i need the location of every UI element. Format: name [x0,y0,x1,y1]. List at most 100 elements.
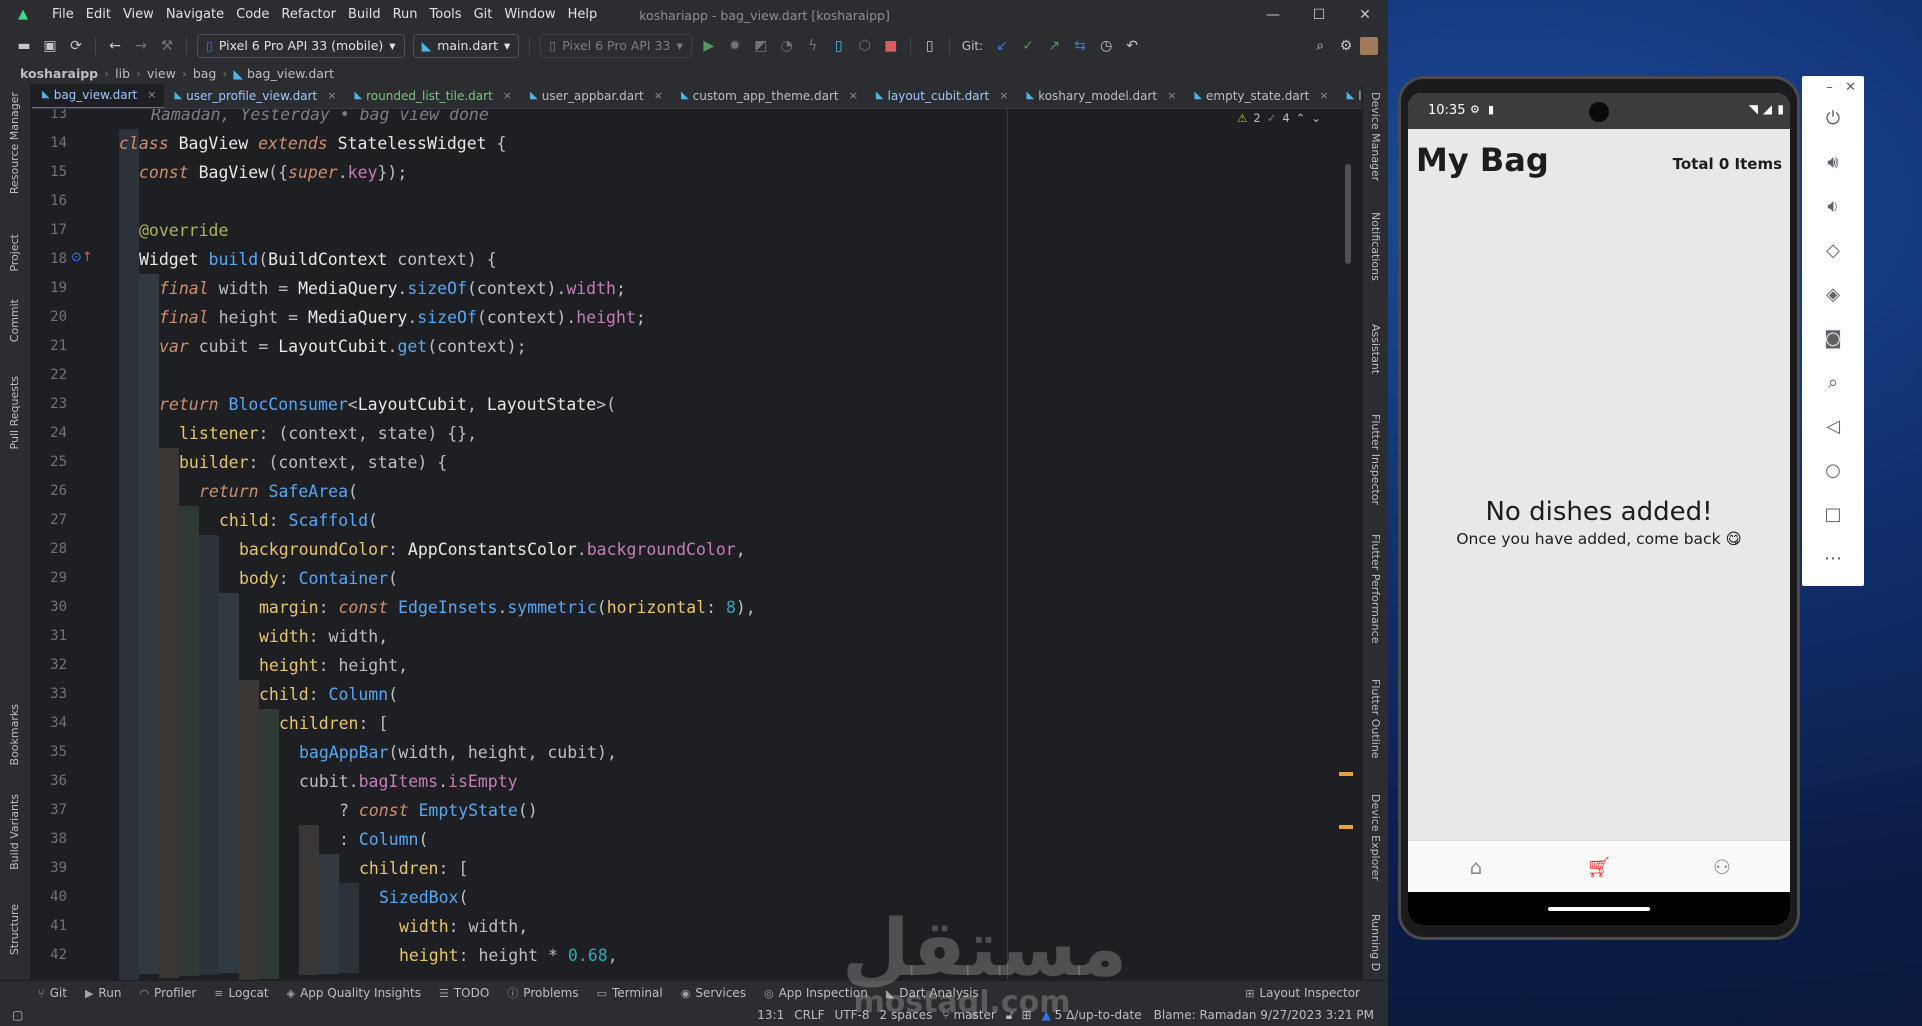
tool-device-manager[interactable]: Device Manager [1369,92,1382,181]
menu-edit[interactable]: Edit [80,0,117,30]
power-icon[interactable]: ⏻ [1818,104,1848,134]
save-icon[interactable]: ▣ [38,34,62,58]
cursor-position[interactable]: 13:1 [757,1008,784,1022]
run-config-selector[interactable]: ◣ main.dart ▾ [412,34,520,58]
editor-scrollbar[interactable] [1345,164,1351,264]
git-history-icon[interactable]: ◷ [1094,34,1118,58]
forward-arrow-icon[interactable]: → [129,34,153,58]
menu-window[interactable]: Window [498,0,561,30]
menu-git[interactable]: Git [468,0,499,30]
tab-koshary-model[interactable]: ◣ koshary_model.dart × [1016,84,1184,108]
breadcrumb-lib[interactable]: lib [115,66,130,81]
tool-problems[interactable]: ⓘ Problems [507,985,578,1001]
tool-assistant[interactable]: Assistant [1369,324,1382,374]
build-hammer-icon[interactable]: ⚒ [155,34,179,58]
profile-icon[interactable]: ◔ [775,34,799,58]
tab-empty-state[interactable]: ◣ empty_state.dart × [1184,84,1336,108]
git-compare-icon[interactable]: ⇆ [1068,34,1092,58]
cart-icon[interactable]: 🛒︎ [1585,855,1613,879]
device-manager-icon[interactable]: ▯ [918,34,942,58]
tool-running-devices[interactable]: Running D [1369,914,1382,971]
tool-notifications[interactable]: Notifications [1369,212,1382,281]
volume-down-icon[interactable]: 🔉︎ [1818,192,1848,222]
home-icon[interactable]: ⌂ [1462,855,1490,879]
warning-stripe[interactable] [1339,825,1353,829]
next-highlight-icon[interactable]: ⌄ [1311,111,1321,125]
panel-minimize-icon[interactable]: – [1826,80,1833,95]
volume-up-icon[interactable]: 🔊︎ [1818,148,1848,178]
back-icon[interactable]: ◁ [1818,412,1848,442]
menu-refactor[interactable]: Refactor [275,0,342,30]
tab-layout-state[interactable]: ◣layout_sta [1337,84,1362,108]
maximize-icon[interactable]: ☐ [1296,0,1342,30]
menu-navigate[interactable]: Navigate [160,0,230,30]
tool-structure[interactable]: Structure [8,904,21,955]
tab-user-appbar[interactable]: ◣ user_appbar.dart × [520,84,671,108]
more-icon[interactable]: ⋯ [1818,544,1848,574]
sync-project-icon[interactable]: ⬡ [853,34,877,58]
stop-icon[interactable]: ■ [879,34,903,58]
close-tab-icon[interactable]: × [147,84,156,107]
device-selector[interactable]: ▯ Pixel 6 Pro API 33 (mobile) ▾ [197,34,405,58]
tool-bookmarks[interactable]: Bookmarks [8,704,21,765]
close-tab-icon[interactable]: × [503,84,512,108]
git-update-icon[interactable]: ↙ [990,34,1014,58]
tool-profiler[interactable]: ◠ Profiler [139,986,196,1000]
zoom-icon[interactable]: ⌕ [1818,368,1848,398]
rotate-left-icon[interactable]: ◇ [1818,236,1848,266]
debug-icon[interactable]: ✹ [723,34,747,58]
code-editor[interactable]: 13 14 15 16 17 18 19 20 21 22 23 24 25 2… [31,109,1361,980]
breadcrumb-bag[interactable]: bag [193,66,217,81]
override-marker-icon[interactable]: ⊙↑ [71,250,93,265]
rotate-right-icon[interactable]: ◈ [1818,280,1848,310]
tool-todo[interactable]: ☰ TODO [439,986,489,1000]
emulator-screen[interactable]: 10:35 ⚙ ▮ ◥ ◢ ▮ My Bag Total 0 Items No … [1408,93,1790,925]
overview-icon[interactable]: □ [1818,500,1848,530]
menu-tools[interactable]: Tools [424,0,468,30]
tool-commit[interactable]: Commit [8,299,21,342]
minimize-icon[interactable]: — [1250,0,1296,30]
panel-close-icon[interactable]: ✕ [1845,80,1856,95]
close-tab-icon[interactable]: × [849,84,858,108]
tool-layout-inspector[interactable]: ⊞ Layout Inspector [1245,986,1360,1000]
coverage-icon[interactable]: ◩ [749,34,773,58]
menu-help[interactable]: Help [562,0,604,30]
git-commit-icon[interactable]: ✓ [1016,34,1040,58]
warning-stripe[interactable] [1339,772,1353,776]
close-tab-icon[interactable]: × [999,84,1008,108]
back-arrow-icon[interactable]: ← [103,34,127,58]
avatar[interactable] [1360,37,1378,55]
tool-resource-manager[interactable]: Resource Manager [8,92,21,194]
git-push-icon[interactable]: ↗ [1042,34,1066,58]
breadcrumb-view[interactable]: view [147,66,176,81]
tab-rounded-list-tile[interactable]: ◣ rounded_list_tile.dart × [344,84,520,108]
tab-user-profile-view[interactable]: ◣ user_profile_view.dart × [164,84,344,108]
tool-terminal[interactable]: ▭ Terminal [597,986,663,1000]
close-tab-icon[interactable]: × [1167,84,1176,108]
sync-icon[interactable]: ⟳ [64,34,88,58]
tool-git[interactable]: ⑂ Git [38,986,67,1000]
menu-view[interactable]: View [117,0,160,30]
flutter-attach-icon[interactable]: ▯ [827,34,851,58]
tool-device-explorer[interactable]: Device Explorer [1369,794,1382,881]
tab-custom-app-theme[interactable]: ◣ custom_app_theme.dart × [671,84,866,108]
search-icon[interactable]: ⌕ [1308,34,1332,58]
inspections-widget[interactable]: ⚠ 2 ✓ 4 ⌃ ⌄ [1237,111,1321,125]
emulator-selector[interactable]: ▯ Pixel 6 Pro API 33 ▾ [540,34,692,58]
tool-services[interactable]: ◉ Services [681,986,746,1000]
person-icon[interactable]: ⚇ [1708,855,1736,879]
open-folder-icon[interactable]: ▬ [12,34,36,58]
tab-bag-view[interactable]: ◣ bag_view.dart × [32,84,165,108]
menu-file[interactable]: File [46,0,80,30]
blame-status[interactable]: Blame: Ramadan 9/27/2023 3:21 PM [1154,1008,1374,1022]
tool-app-quality-insights[interactable]: ◈ App Quality Insights [287,986,421,1000]
status-frame-icon[interactable]: ▢ [12,1008,23,1022]
tool-pull-requests[interactable]: Pull Requests [8,376,21,449]
hot-reload-icon[interactable]: ϟ [801,34,825,58]
menu-build[interactable]: Build [342,0,387,30]
tool-logcat[interactable]: ≡ Logcat [214,986,268,1000]
git-rollback-icon[interactable]: ↶ [1120,34,1144,58]
gesture-handle[interactable] [1548,907,1650,911]
close-tab-icon[interactable]: × [327,84,336,108]
tool-flutter-performance[interactable]: Flutter Performance [1369,534,1382,643]
